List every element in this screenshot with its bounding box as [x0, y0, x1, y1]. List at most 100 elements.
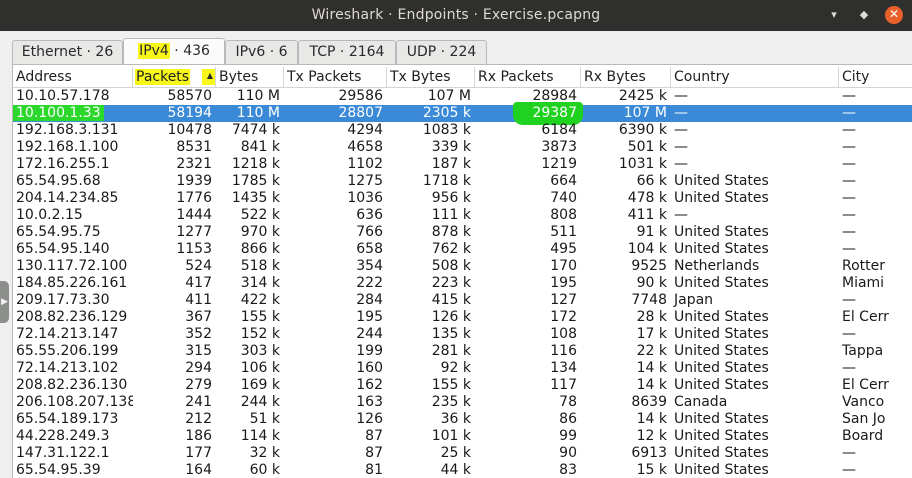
cell-city-text: Vanco [842, 394, 885, 410]
table-row[interactable]: 72.14.213.102 294 106 k 160 92 k 134 14 k Unite… [13, 360, 912, 377]
cell-tx-bytes-text: 111 k [431, 207, 471, 223]
table-row[interactable]: 192.168.1.100 8531 841 k 4658 339 k 3873 501 k… [13, 139, 912, 156]
cell-country: Netherlands [671, 258, 839, 275]
cell-packets: 352 [133, 326, 216, 343]
cell-rx-packets: 511 [475, 224, 581, 241]
table-row[interactable]: 206.108.207.138 241 244 k 163 235 k 78 8639 Can… [13, 394, 912, 411]
side-panel-handle[interactable]: ▶ [0, 281, 9, 323]
column-header-city[interactable]: City [839, 67, 912, 87]
column-header-address[interactable]: Address [13, 67, 133, 87]
cell-bytes: 303 k [216, 343, 284, 360]
close-button[interactable]: ✕ [885, 6, 903, 24]
table-row[interactable]: 208.82.236.130 279 169 k 162 155 k 117 14 k Uni… [13, 377, 912, 394]
tab-ethernet[interactable]: Ethernet · 26 [12, 40, 123, 64]
cell-bytes-text: 110 M [236, 105, 280, 121]
column-header-rx-bytes[interactable]: Rx Bytes [581, 67, 671, 87]
maximize-button[interactable]: ◆ [856, 0, 872, 31]
column-header-rx-packets[interactable]: Rx Packets [475, 67, 581, 87]
cell-address-text: 44.228.249.3 [16, 428, 110, 444]
table-row[interactable]: 65.54.189.173 212 51 k 126 36 k 86 14 k United … [13, 411, 912, 428]
table-row[interactable]: 44.228.249.3 186 114 k 87 101 k 99 12 k United … [13, 428, 912, 445]
cell-packets-text: 411 [185, 292, 212, 308]
cell-rx-packets: 3873 [475, 139, 581, 156]
table-row[interactable]: 72.14.213.147 352 152 k 244 135 k 108 17 k Unit… [13, 326, 912, 343]
cell-rx-packets: 83 [475, 462, 581, 478]
cell-packets: 1277 [133, 224, 216, 241]
cell-rx-bytes: 14 k [581, 411, 671, 428]
cell-city: — [839, 139, 912, 156]
cell-bytes: 110 M [216, 105, 284, 122]
cell-city: — [839, 207, 912, 224]
cell-tx-packets-text: 81 [365, 462, 383, 478]
cell-bytes-text: 422 k [240, 292, 280, 308]
cell-rx-bytes-text: 14 k [636, 411, 667, 427]
cell-country-text: United States [674, 309, 769, 325]
cell-packets-text: 279 [185, 377, 212, 393]
cell-rx-bytes-text: 501 k [627, 139, 667, 155]
table-row[interactable]: 10.100.1.33 58194 110 M 28807 2305 k 29387 107… [13, 102, 912, 125]
cell-bytes: 970 k [216, 224, 284, 241]
cell-tx-bytes-text: 187 k [431, 156, 471, 172]
cell-bytes-text: 314 k [240, 275, 280, 291]
cell-rx-packets-text: 3873 [541, 139, 577, 155]
table-row[interactable]: 65.54.95.75 1277 970 k 766 878 k 511 91 k Unite… [13, 224, 912, 241]
cell-address-text: 65.54.189.173 [16, 411, 119, 427]
cell-tx-bytes: 36 k [387, 411, 475, 428]
cell-city-text: — [842, 105, 856, 121]
table-row[interactable]: 65.55.206.199 315 303 k 199 281 k 116 22 k Unit… [13, 343, 912, 360]
cell-bytes: 422 k [216, 292, 284, 309]
cell-tx-bytes: 415 k [387, 292, 475, 309]
tab-ipv6[interactable]: IPv6 · 6 [225, 40, 298, 64]
cell-tx-packets: 766 [284, 224, 387, 241]
cell-rx-packets: 664 [475, 173, 581, 190]
cell-tx-bytes: 2305 k [387, 105, 475, 122]
table-row[interactable]: 10.10.57.178 58570 110 M 29586 107 M 28984 242… [13, 88, 912, 105]
column-header-tx-bytes[interactable]: Tx Bytes [387, 67, 475, 87]
cell-tx-packets: 354 [284, 258, 387, 275]
column-header-packets[interactable]: Packets ▲ [133, 67, 216, 87]
cell-city: El Cerr [839, 377, 912, 394]
table-row[interactable]: 65.54.95.140 1153 866 k 658 762 k 495 104 k Uni… [13, 241, 912, 258]
cell-city-text: — [842, 445, 856, 461]
table-row[interactable]: 209.17.73.30 411 422 k 284 415 k 127 7748 Japan… [13, 292, 912, 309]
cell-tx-bytes-text: 155 k [431, 377, 471, 393]
cell-city-text: Miami [842, 275, 885, 291]
cell-rx-bytes: 9525 [581, 258, 671, 275]
tab-ipv4[interactable]: IPv4 · 436 [123, 38, 225, 65]
table-row[interactable]: 65.54.95.68 1939 1785 k 1275 1718 k 664 66 k Un… [13, 173, 912, 190]
tab-udp[interactable]: UDP · 224 [396, 40, 487, 64]
cell-rx-packets-text: 86 [559, 411, 577, 427]
cell-country-text: United States [674, 343, 769, 359]
cell-country: United States [671, 326, 839, 343]
cell-tx-packets: 658 [284, 241, 387, 258]
table-row[interactable]: 184.85.226.161 417 314 k 222 223 k 195 90 k Uni… [13, 275, 912, 292]
cell-rx-packets: 6184 [475, 122, 581, 139]
tab-tcp[interactable]: TCP · 2164 [298, 40, 396, 64]
cell-city: Miami [839, 275, 912, 292]
cell-bytes: 114 k [216, 428, 284, 445]
cell-tx-bytes-text: 36 k [440, 411, 471, 427]
cell-packets: 2321 [133, 156, 216, 173]
table-row[interactable]: 65.54.95.39 164 60 k 81 44 k 83 15 k United Sta… [13, 462, 912, 478]
cell-rx-packets: 495 [475, 241, 581, 258]
table-row[interactable]: 208.82.236.129 367 155 k 195 126 k 172 28 k Uni… [13, 309, 912, 326]
table-row[interactable]: 204.14.234.85 1776 1435 k 1036 956 k 740 478 k… [13, 190, 912, 207]
table-row[interactable]: 147.31.122.1 177 32 k 87 25 k 90 6913 United St… [13, 445, 912, 462]
cell-rx-packets-text: 116 [550, 343, 577, 359]
table-row[interactable]: 192.168.3.131 10478 7474 k 4294 1083 k 6184 63… [13, 122, 912, 139]
table-row[interactable]: 172.16.255.1 2321 1218 k 1102 187 k 1219 1031 … [13, 156, 912, 173]
column-header-country[interactable]: Country [671, 67, 839, 87]
minimize-button[interactable]: ▾ [826, 0, 842, 31]
cell-tx-bytes: 281 k [387, 343, 475, 360]
cell-address: 208.82.236.130 [13, 377, 133, 394]
cell-bytes: 110 M [216, 88, 284, 105]
cell-rx-bytes: 14 k [581, 377, 671, 394]
cell-packets: 417 [133, 275, 216, 292]
cell-city-text: Rotter [842, 258, 886, 274]
cell-packets-text: 1444 [176, 207, 212, 223]
column-header-tx-packets[interactable]: Tx Packets [284, 67, 387, 87]
table-row[interactable]: 10.0.2.15 1444 522 k 636 111 k 808 411 k — — [13, 207, 912, 224]
cell-bytes-text: 518 k [240, 258, 280, 274]
table-row[interactable]: 130.117.72.100 524 518 k 354 508 k 170 9525 Net… [13, 258, 912, 275]
column-header-bytes[interactable]: Bytes [216, 67, 284, 87]
